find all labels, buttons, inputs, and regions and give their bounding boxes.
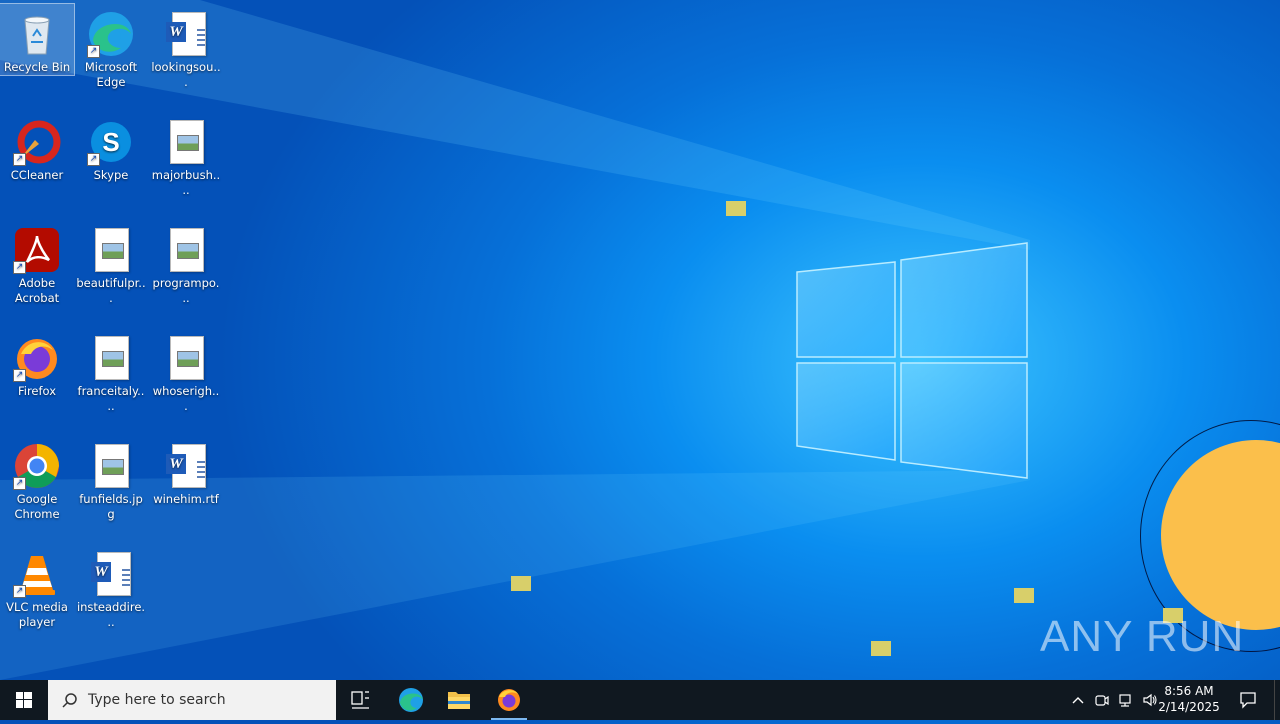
desktop-icon-label: majorbush.... bbox=[151, 168, 221, 197]
desktop-icon-label: lookingsou... bbox=[151, 60, 221, 89]
desktop-icon-label: Microsoft Edge bbox=[84, 60, 138, 89]
desktop-icon-label: franceitaly.... bbox=[77, 384, 145, 413]
meet-now-icon[interactable] bbox=[1094, 692, 1110, 708]
word-doc-icon: W bbox=[162, 10, 210, 58]
desktop-icon-google-chrome[interactable]: ↗ Google Chrome bbox=[0, 436, 74, 522]
image-file-icon bbox=[162, 334, 210, 382]
image-file-icon bbox=[87, 226, 135, 274]
recycle-bin-icon bbox=[13, 10, 61, 58]
file-explorer-icon bbox=[448, 692, 470, 709]
desktop-icon-firefox[interactable]: ↗ Firefox bbox=[0, 328, 74, 399]
svg-text:S: S bbox=[102, 127, 119, 157]
firefox-icon: ↗ bbox=[13, 334, 61, 382]
desktop-icon-label: Firefox bbox=[17, 384, 57, 398]
watermark: ANY RUN bbox=[1040, 612, 1245, 661]
shortcut-arrow-icon: ↗ bbox=[13, 585, 26, 598]
desktop-icon-label: whoserigh... bbox=[152, 384, 220, 413]
clock[interactable]: 8:56 AM 2/14/2025 bbox=[1148, 683, 1230, 723]
desktop-icon-adobe-acrobat[interactable]: ↗ Adobe Acrobat bbox=[0, 220, 74, 306]
desktop-icon-whoseright[interactable]: whoserigh... bbox=[149, 328, 223, 414]
shortcut-arrow-icon: ↗ bbox=[13, 153, 26, 166]
taskbar-firefox-button[interactable] bbox=[485, 680, 533, 720]
search-box[interactable]: Type here to search bbox=[48, 680, 336, 720]
task-view-button[interactable] bbox=[336, 680, 384, 720]
desktop-icon-label: Skype bbox=[93, 168, 129, 182]
desktop-icon-insteaddire[interactable]: W insteaddire... bbox=[74, 544, 148, 630]
action-center-button[interactable] bbox=[1230, 680, 1266, 720]
ccleaner-icon: ↗ bbox=[13, 118, 61, 166]
start-button[interactable] bbox=[0, 680, 48, 720]
desktop-icon-label: beautifulpr... bbox=[76, 276, 146, 305]
clock-date: 2/14/2025 bbox=[1158, 700, 1220, 714]
vlc-icon: ↗ bbox=[13, 550, 61, 598]
shortcut-arrow-icon: ↗ bbox=[87, 45, 100, 58]
edge-icon bbox=[399, 688, 423, 712]
taskbar-edge-button[interactable] bbox=[387, 680, 435, 720]
task-view-icon bbox=[351, 691, 369, 709]
desktop-icon-label: Recycle Bin bbox=[3, 60, 71, 74]
desktop-icon-funfields[interactable]: funfields.jpg bbox=[74, 436, 148, 522]
shortcut-arrow-icon: ↗ bbox=[13, 261, 26, 274]
show-desktop-button[interactable] bbox=[1274, 680, 1280, 720]
desktop-icon-vlc[interactable]: ↗ VLC media player bbox=[0, 544, 74, 630]
shortcut-arrow-icon: ↗ bbox=[13, 369, 26, 382]
taskbar: Type here to search 8:56 AM 2/14/2025 bbox=[0, 680, 1280, 720]
marker bbox=[1014, 588, 1034, 603]
shortcut-arrow-icon: ↗ bbox=[87, 153, 100, 166]
marker bbox=[726, 201, 746, 216]
clock-time: 8:56 AM bbox=[1164, 684, 1214, 698]
desktop-icon-label: Adobe Acrobat bbox=[14, 276, 60, 305]
desktop-icon-label: programpo... bbox=[152, 276, 220, 305]
desktop-icon-franceitaly[interactable]: franceitaly.... bbox=[74, 328, 148, 414]
image-file-icon bbox=[162, 226, 210, 274]
desktop-icon-label: CCleaner bbox=[10, 168, 64, 182]
word-doc-icon: W bbox=[162, 442, 210, 490]
taskbar-file-explorer-button[interactable] bbox=[435, 680, 483, 720]
windows-logo-icon bbox=[16, 692, 32, 708]
desktop-icon-label: funfields.jpg bbox=[79, 492, 143, 521]
desktop-icon-recycle-bin[interactable]: Recycle Bin bbox=[0, 3, 75, 76]
desktop-icon-label: insteaddire... bbox=[76, 600, 146, 629]
notification-icon bbox=[1240, 692, 1256, 709]
desktop-icon-lookingsou[interactable]: W lookingsou... bbox=[149, 4, 223, 90]
marker bbox=[511, 576, 531, 591]
marker bbox=[871, 641, 891, 656]
desktop-icon-ccleaner[interactable]: ↗ CCleaner bbox=[0, 112, 74, 183]
shortcut-arrow-icon: ↗ bbox=[13, 477, 26, 490]
chrome-icon: ↗ bbox=[13, 442, 61, 490]
network-icon[interactable] bbox=[1118, 692, 1134, 708]
desktop-icon-majorbush[interactable]: majorbush.... bbox=[149, 112, 223, 198]
desktop-icon-label: Google Chrome bbox=[14, 492, 60, 521]
image-file-icon bbox=[87, 334, 135, 382]
skype-icon: S ↗ bbox=[87, 118, 135, 166]
desktop-icon-skype[interactable]: S ↗ Skype bbox=[74, 112, 148, 183]
search-icon bbox=[62, 693, 77, 708]
edge-icon: ↗ bbox=[87, 10, 135, 58]
desktop-icon-programpo[interactable]: programpo... bbox=[149, 220, 223, 306]
desktop-icon-label: VLC media player bbox=[6, 600, 68, 629]
desktop-icon-label: winehim.rtf bbox=[153, 492, 219, 506]
word-doc-icon: W bbox=[87, 550, 135, 598]
image-file-icon bbox=[87, 442, 135, 490]
desktop: Recycle Bin ↗ CCleaner ↗ Adobe Acrobat ↗… bbox=[0, 0, 1280, 680]
desktop-icon-beautifulpr[interactable]: beautifulpr... bbox=[74, 220, 148, 306]
search-placeholder: Type here to search bbox=[88, 692, 226, 708]
desktop-icon-winehim[interactable]: W winehim.rtf bbox=[149, 436, 223, 507]
firefox-icon bbox=[498, 689, 520, 711]
chevron-up-icon[interactable] bbox=[1070, 692, 1086, 708]
desktop-icon-microsoft-edge[interactable]: ↗ Microsoft Edge bbox=[74, 4, 148, 90]
acrobat-icon: ↗ bbox=[13, 226, 61, 274]
image-file-icon bbox=[162, 118, 210, 166]
